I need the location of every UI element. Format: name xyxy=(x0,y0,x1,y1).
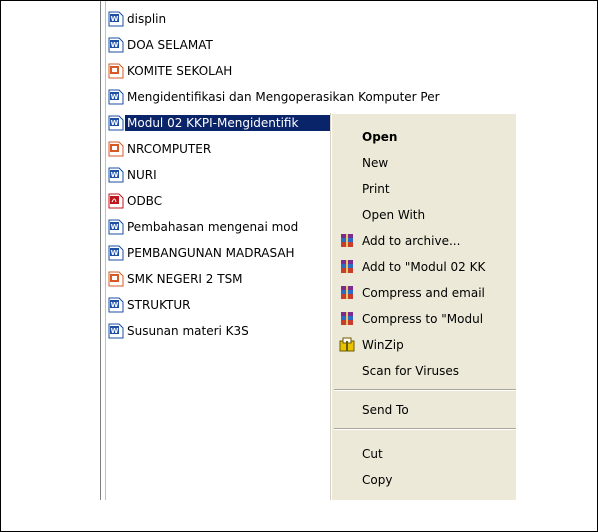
svg-text:W: W xyxy=(111,15,119,23)
powerpoint-icon xyxy=(108,63,124,79)
file-name: KOMITE SEKOLAH xyxy=(127,64,233,78)
file-name: STRUKTUR xyxy=(127,298,191,312)
file-name: Modul 02 KKPI-Mengidentifik xyxy=(125,115,334,131)
svg-text:W: W xyxy=(111,171,119,179)
file-name: PEMBANGUNAN MADRASAH xyxy=(127,246,295,260)
menu-item-label: Cut xyxy=(362,447,383,461)
winrar-books-icon xyxy=(341,234,353,247)
file-item-nrcomputer[interactable]: NRCOMPUTER xyxy=(108,139,213,159)
menu-item-compress-to[interactable]: Compress to "Modul xyxy=(332,308,516,330)
menu-item-label: Compress to "Modul xyxy=(362,312,484,326)
menu-item-add-to-named-archive[interactable]: Add to "Modul 02 KK xyxy=(332,256,516,278)
menu-item-scan-for-viruses[interactable]: Scan for Viruses xyxy=(332,360,516,382)
menu-item-open-with[interactable]: Open With xyxy=(332,204,516,226)
menu-item-label: Open With xyxy=(362,208,426,222)
menu-item-label: New xyxy=(362,156,389,170)
file-name: SMK NEGERI 2 TSM xyxy=(127,272,243,286)
word-doc-icon: W xyxy=(108,323,124,339)
menu-item-add-to-archive[interactable]: Add to archive... xyxy=(332,230,516,252)
menu-item-label: Add to archive... xyxy=(362,234,461,248)
winzip-icon xyxy=(339,337,355,352)
powerpoint-icon xyxy=(108,141,124,157)
context-menu: Open New Print Open With Add to archive.… xyxy=(331,113,516,500)
winrar-books-icon xyxy=(341,312,353,325)
file-item-modul-02-kkpi-selected[interactable]: W Modul 02 KKPI-Mengidentifik xyxy=(108,113,334,133)
file-item-nuri[interactable]: W NURI xyxy=(108,165,159,185)
file-name: NURI xyxy=(127,168,157,182)
file-item-smk-negeri[interactable]: SMK NEGERI 2 TSM xyxy=(108,269,245,289)
word-doc-icon: W xyxy=(108,37,124,53)
powerpoint-icon xyxy=(108,271,124,287)
file-item-mengidentifikasi[interactable]: W Mengidentifikasi dan Mengoperasikan Ko… xyxy=(108,87,442,107)
word-doc-icon: W xyxy=(108,115,124,131)
acrobat-pdf-icon xyxy=(108,193,124,209)
svg-text:W: W xyxy=(111,93,119,101)
menu-item-label: Print xyxy=(362,182,390,196)
file-name: Pembahasan mengenai mod xyxy=(127,220,299,234)
menu-item-label: Scan for Viruses xyxy=(362,364,460,378)
menu-item-label: Send To xyxy=(362,403,409,417)
file-item-komite-sekolah[interactable]: KOMITE SEKOLAH xyxy=(108,61,234,81)
file-item-displin[interactable]: W displin xyxy=(108,9,168,29)
file-item-odbc[interactable]: ODBC xyxy=(108,191,164,211)
menu-item-send-to[interactable]: Send To xyxy=(332,399,516,421)
file-name: displin xyxy=(127,12,167,26)
file-list: W displin W DOA SELAMAT KOMITE SEKOLAH W… xyxy=(0,0,516,500)
menu-item-label: Add to "Modul 02 KK xyxy=(362,260,486,274)
menu-item-label: WinZip xyxy=(362,338,404,352)
menu-separator xyxy=(334,428,516,430)
file-item-pembangunan-madrasah[interactable]: W PEMBANGUNAN MADRASAH xyxy=(108,243,297,263)
svg-text:W: W xyxy=(111,41,119,49)
word-doc-icon: W xyxy=(108,245,124,261)
svg-text:W: W xyxy=(111,119,119,127)
file-name: Susunan materi K3S xyxy=(127,324,249,338)
word-doc-icon: W xyxy=(108,167,124,183)
svg-text:W: W xyxy=(111,301,119,309)
tree-pane-border xyxy=(100,1,106,500)
word-doc-icon: W xyxy=(108,297,124,313)
svg-text:W: W xyxy=(111,327,119,335)
winrar-books-icon xyxy=(341,260,353,273)
svg-text:W: W xyxy=(111,249,119,257)
menu-separator xyxy=(334,389,516,391)
file-item-doa-selamat[interactable]: W DOA SELAMAT xyxy=(108,35,215,55)
file-item-pembahasan[interactable]: W Pembahasan mengenai mod xyxy=(108,217,300,237)
menu-item-cut[interactable]: Cut xyxy=(332,443,516,465)
menu-item-print[interactable]: Print xyxy=(332,178,516,200)
menu-item-copy[interactable]: Copy xyxy=(332,469,516,491)
file-name: DOA SELAMAT xyxy=(127,38,213,52)
file-name: ODBC xyxy=(127,194,163,208)
file-name: Mengidentifikasi dan Mengoperasikan Komp… xyxy=(127,90,440,104)
file-name: NRCOMPUTER xyxy=(127,142,212,156)
menu-item-winzip[interactable]: WinZip xyxy=(332,334,516,356)
menu-item-label: Copy xyxy=(362,473,393,487)
file-item-struktur[interactable]: W STRUKTUR xyxy=(108,295,192,315)
menu-item-new[interactable]: New xyxy=(332,152,516,174)
file-item-susunan-materi[interactable]: W Susunan materi K3S xyxy=(108,321,251,341)
menu-item-compress-and-email[interactable]: Compress and email xyxy=(332,282,516,304)
svg-text:W: W xyxy=(111,223,119,231)
word-doc-icon: W xyxy=(108,11,124,27)
menu-item-open[interactable]: Open xyxy=(332,126,516,148)
menu-item-label: Open xyxy=(362,130,398,144)
word-doc-icon: W xyxy=(108,219,124,235)
menu-item-label: Compress and email xyxy=(362,286,485,300)
winrar-books-icon xyxy=(341,286,353,299)
word-doc-icon: W xyxy=(108,89,124,105)
